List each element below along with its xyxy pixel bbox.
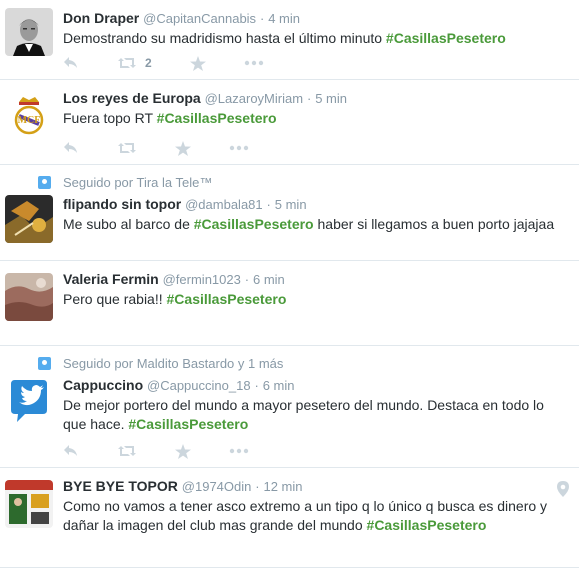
reply-button[interactable] bbox=[63, 444, 79, 458]
follower-icon bbox=[38, 176, 51, 189]
landscape-avatar[interactable] bbox=[5, 273, 53, 321]
tweet[interactable]: Seguido por Maldito Bastardo y 1 más Cap… bbox=[0, 346, 579, 468]
social-context: Seguido por Tira la Tele™ bbox=[38, 174, 567, 191]
tweet[interactable]: MCF Los reyes de Europa @LazaroyMiriam ·… bbox=[0, 80, 579, 165]
tweet-timestamp[interactable]: 5 min bbox=[315, 91, 347, 106]
separator-dot: · bbox=[255, 479, 260, 494]
retweet-icon bbox=[118, 446, 136, 456]
real-madrid-crest-avatar[interactable]: MCF bbox=[5, 92, 53, 140]
tweet[interactable]: Seguido por Tira la Tele™ flipando sin t… bbox=[0, 165, 579, 261]
tweet-text: Fuera topo RT #CasillasPesetero bbox=[63, 109, 567, 128]
tweet-text-body: Me subo al barco de bbox=[63, 216, 190, 232]
reply-button[interactable] bbox=[63, 141, 79, 155]
tweet-actions bbox=[63, 140, 287, 156]
tweet-timestamp[interactable]: 5 min bbox=[275, 197, 307, 212]
tweet-username[interactable]: @LazaroyMiriam bbox=[205, 91, 303, 106]
tweet-timestamp[interactable]: 4 min bbox=[268, 11, 300, 26]
hashtag-link[interactable]: #CasillasPesetero bbox=[367, 517, 487, 533]
tweet-timestamp[interactable]: 12 min bbox=[263, 479, 302, 494]
favorite-button[interactable] bbox=[189, 55, 206, 71]
tweet-text: Me subo al barco de #CasillasPesetero ha… bbox=[63, 215, 567, 234]
tweet-fullname[interactable]: Cappuccino bbox=[63, 377, 143, 393]
location-pin-icon[interactable] bbox=[557, 481, 569, 497]
more-button[interactable] bbox=[229, 448, 249, 454]
tweet-fullname[interactable]: Valeria Fermin bbox=[63, 271, 159, 287]
retweet-button[interactable] bbox=[117, 141, 137, 155]
separator-dot: · bbox=[244, 272, 250, 287]
magazine-cover-avatar[interactable] bbox=[5, 480, 53, 528]
more-dots-icon bbox=[229, 448, 249, 454]
tweet-actions bbox=[63, 443, 287, 459]
tweet-header: Don Draper @CapitanCannabis · 4 min bbox=[63, 9, 567, 28]
star-icon bbox=[175, 443, 191, 459]
separator-dot: · bbox=[306, 91, 312, 106]
twitter-bird-avatar[interactable] bbox=[5, 376, 53, 424]
tweet-timestamp[interactable]: 6 min bbox=[253, 272, 285, 287]
tweet-header: BYE BYE TOPOR @1974Odin · 12 min bbox=[63, 477, 567, 496]
retweet-count: 2 bbox=[145, 56, 152, 70]
tweet-header: Los reyes de Europa @LazaroyMiriam · 5 m… bbox=[63, 89, 567, 108]
tweet-fullname[interactable]: Los reyes de Europa bbox=[63, 90, 201, 106]
retweet-button[interactable] bbox=[117, 444, 137, 458]
social-context-text[interactable]: Seguido por Maldito Bastardo y 1 más bbox=[63, 356, 283, 371]
man-portrait-avatar[interactable] bbox=[5, 8, 53, 56]
separator-dot: · bbox=[259, 11, 265, 26]
tweet[interactable]: Valeria Fermin @fermin1023 · 6 min Pero … bbox=[0, 261, 579, 346]
tweet-text: Demostrando su madridismo hasta el últim… bbox=[63, 29, 567, 48]
tweet-header: flipando sin topor @dambala81 · 5 min bbox=[63, 195, 567, 214]
tweet-timeline: Don Draper @CapitanCannabis · 4 min Demo… bbox=[0, 0, 579, 568]
svg-text:MCF: MCF bbox=[18, 115, 41, 126]
retweet-button[interactable]: 2 bbox=[117, 56, 152, 70]
hashtag-link[interactable]: #CasillasPesetero bbox=[386, 30, 506, 46]
hashtag-link[interactable]: #CasillasPesetero bbox=[194, 216, 314, 232]
hashtag-link[interactable]: #CasillasPesetero bbox=[157, 110, 277, 126]
artwork-avatar[interactable] bbox=[5, 195, 53, 243]
tweet-text: Pero que rabia!! #CasillasPesetero bbox=[63, 290, 567, 309]
reply-icon bbox=[64, 142, 77, 153]
favorite-button[interactable] bbox=[175, 140, 191, 156]
hashtag-link[interactable]: #CasillasPesetero bbox=[167, 291, 287, 307]
more-dots-icon bbox=[229, 145, 249, 151]
tweet-actions: 2 bbox=[63, 55, 302, 71]
tweet-fullname[interactable]: Don Draper bbox=[63, 10, 139, 26]
retweet-icon bbox=[118, 58, 136, 68]
reply-icon bbox=[64, 445, 77, 456]
tweet-text-body-end: haber si llegamos a buen porto jajajaa bbox=[317, 216, 555, 232]
tweet-text-body: Demostrando su madridismo hasta el últim… bbox=[63, 30, 383, 46]
more-dots-icon bbox=[244, 60, 263, 66]
tweet-username[interactable]: @1974Odin bbox=[182, 479, 252, 494]
star-icon bbox=[175, 140, 191, 156]
tweet-username[interactable]: @Cappuccino_18 bbox=[147, 378, 251, 393]
reply-button[interactable] bbox=[63, 56, 79, 70]
separator-dot: · bbox=[254, 378, 259, 393]
favorite-button[interactable] bbox=[175, 443, 191, 459]
tweet-text: Como no vamos a tener asco extremo a un … bbox=[63, 497, 567, 535]
tweet-username[interactable]: @fermin1023 bbox=[163, 272, 241, 287]
separator-dot: · bbox=[266, 197, 271, 212]
tweet-username[interactable]: @dambala81 bbox=[185, 197, 263, 212]
tweet[interactable]: Don Draper @CapitanCannabis · 4 min Demo… bbox=[0, 0, 579, 80]
social-context: Seguido por Maldito Bastardo y 1 más bbox=[38, 355, 567, 372]
tweet-fullname[interactable]: BYE BYE TOPOR bbox=[63, 478, 178, 494]
tweet-fullname[interactable]: flipando sin topor bbox=[63, 196, 181, 212]
tweet-text: De mejor portero del mundo a mayor peset… bbox=[63, 396, 567, 434]
follower-icon bbox=[38, 357, 51, 370]
reply-icon bbox=[64, 57, 77, 68]
tweet[interactable]: BYE BYE TOPOR @1974Odin · 12 min Como no… bbox=[0, 468, 579, 568]
more-button[interactable] bbox=[244, 60, 264, 66]
tweet-header: Valeria Fermin @fermin1023 · 6 min bbox=[63, 270, 567, 289]
star-icon bbox=[189, 55, 206, 71]
retweet-icon bbox=[118, 143, 136, 153]
tweet-text-body: Fuera topo RT bbox=[63, 110, 153, 126]
tweet-text-body: Pero que rabia!! bbox=[63, 291, 163, 307]
tweet-timestamp[interactable]: 6 min bbox=[263, 378, 295, 393]
tweet-username[interactable]: @CapitanCannabis bbox=[143, 11, 256, 26]
hashtag-link[interactable]: #CasillasPesetero bbox=[128, 416, 248, 432]
social-context-text[interactable]: Seguido por Tira la Tele™ bbox=[63, 175, 212, 190]
more-button[interactable] bbox=[229, 145, 249, 151]
tweet-header: Cappuccino @Cappuccino_18 · 6 min bbox=[63, 376, 567, 395]
